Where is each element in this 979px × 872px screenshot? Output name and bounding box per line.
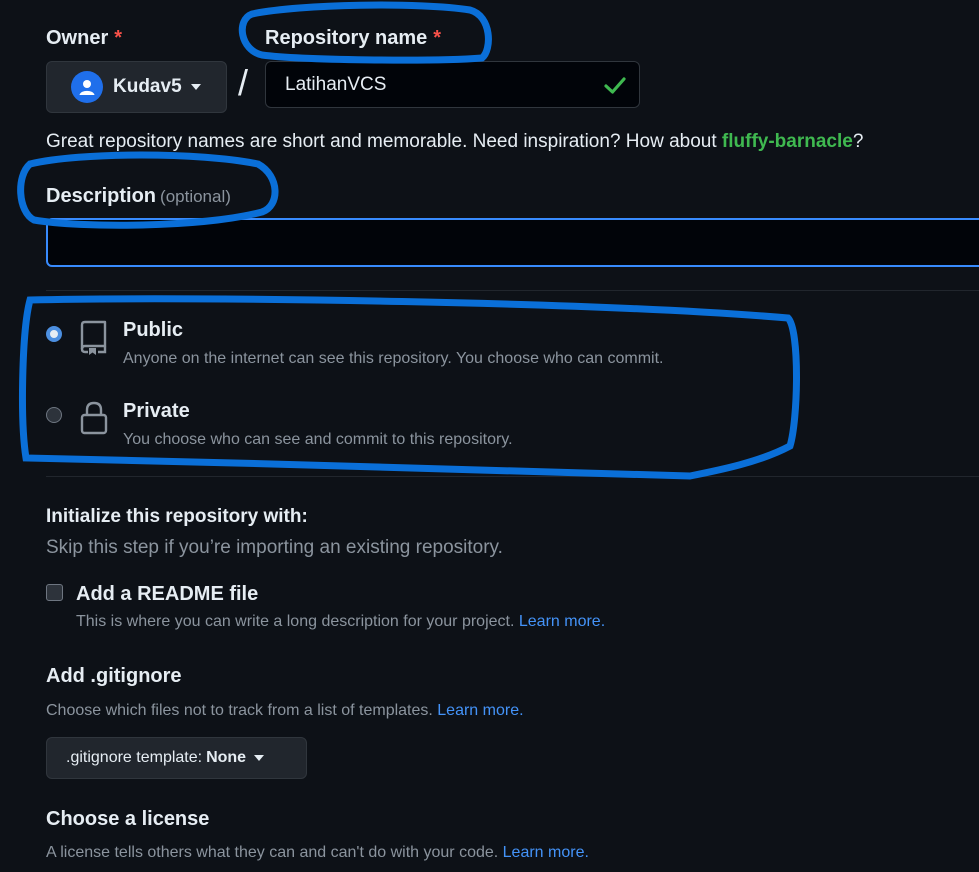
- gitignore-description: Choose which files not to track from a l…: [46, 702, 524, 720]
- private-radio[interactable]: [46, 407, 62, 423]
- gitignore-dropdown-value: None: [206, 749, 247, 766]
- gitignore-learn-more-link[interactable]: Learn more.: [437, 702, 523, 719]
- readme-description: This is where you can write a long descr…: [76, 613, 605, 631]
- public-title: Public: [123, 319, 184, 341]
- owner-label-text: Owner: [46, 27, 109, 49]
- description-label: Description (optional): [46, 185, 231, 208]
- avatar-icon: [71, 71, 103, 103]
- divider: [46, 290, 979, 291]
- readme-label[interactable]: Add a README file: [76, 583, 258, 606]
- repository-required-mark: *: [433, 27, 442, 49]
- repository-name-label-text: Repository name: [265, 27, 428, 49]
- description-input[interactable]: [46, 218, 979, 267]
- private-title: Private: [123, 400, 190, 422]
- repo-book-icon: [79, 320, 109, 361]
- readme-checkbox[interactable]: [46, 584, 63, 601]
- initialize-subtitle: Skip this step if you’re importing an ex…: [46, 537, 503, 558]
- lock-icon: [79, 400, 109, 441]
- name-suggestion-link[interactable]: fluffy-barnacle: [722, 131, 853, 152]
- hint-text: Great repository names are short and mem…: [46, 131, 722, 152]
- private-description: You choose who can see and commit to thi…: [123, 431, 513, 448]
- divider: [46, 476, 979, 477]
- license-description: A license tells others what they can and…: [46, 844, 589, 862]
- public-description: Anyone on the internet can see this repo…: [123, 350, 664, 367]
- path-separator: /: [238, 62, 249, 103]
- license-learn-more-link[interactable]: Learn more.: [503, 844, 589, 861]
- gitignore-title: Add .gitignore: [46, 665, 182, 687]
- gitignore-description-text: Choose which files not to track from a l…: [46, 702, 433, 719]
- license-title: Choose a license: [46, 808, 210, 830]
- check-icon: [603, 73, 627, 102]
- optional-note: (optional): [160, 187, 231, 206]
- repository-name-label: Repository name *: [265, 27, 441, 50]
- owner-name: Kudav5: [113, 76, 182, 97]
- license-description-text: A license tells others what they can and…: [46, 844, 499, 861]
- chevron-down-icon: [254, 755, 265, 761]
- readme-learn-more-link[interactable]: Learn more.: [519, 613, 605, 630]
- repository-name-hint: Great repository names are short and mem…: [46, 131, 863, 153]
- owner-dropdown-button[interactable]: Kudav5: [46, 61, 227, 113]
- initialize-title: Initialize this repository with:: [46, 506, 308, 527]
- hint-suffix: ?: [852, 131, 864, 152]
- repository-name-value: LatihanVCS: [285, 73, 387, 95]
- chevron-down-icon: [190, 84, 201, 90]
- owner-label: Owner *: [46, 27, 122, 50]
- readme-description-text: This is where you can write a long descr…: [76, 613, 515, 630]
- public-radio[interactable]: [46, 326, 62, 342]
- gitignore-dropdown-label: .gitignore template:: [66, 749, 203, 766]
- owner-required-mark: *: [114, 27, 123, 49]
- description-label-text: Description: [46, 185, 157, 207]
- repository-name-input[interactable]: LatihanVCS: [265, 61, 640, 108]
- gitignore-template-dropdown[interactable]: .gitignore template: None: [46, 737, 307, 779]
